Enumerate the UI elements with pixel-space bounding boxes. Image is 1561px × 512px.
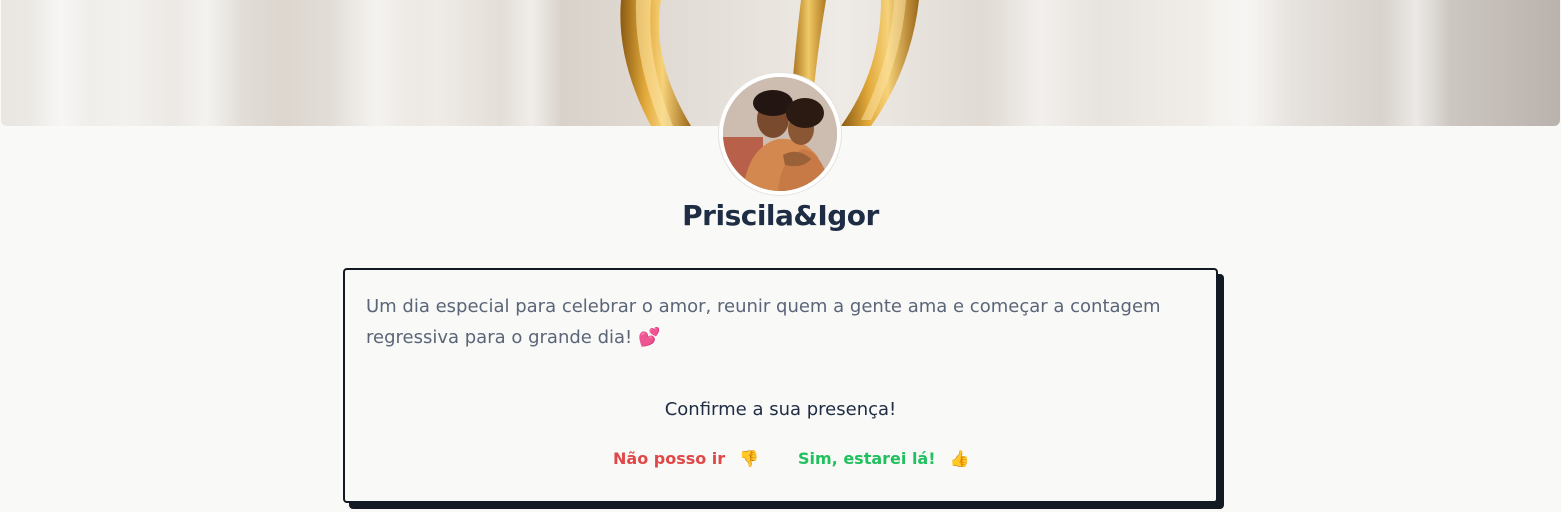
confirm-prompt: Confirme a sua presença! (664, 399, 897, 420)
thumbs-down-icon: 👎 (739, 449, 760, 468)
avatar (719, 73, 841, 195)
description-text: Um dia especial para celebrar o amor, re… (366, 296, 1161, 348)
accept-label: Sim, estarei lá! (798, 449, 936, 468)
decline-button[interactable]: Não posso ir 👎 (613, 446, 759, 472)
thumbs-up-icon: 👍 (949, 449, 970, 468)
invite-card: Um dia especial para celebrar o amor, re… (343, 268, 1218, 503)
couple-photo (723, 77, 837, 191)
rsvp-page: Priscila&Igor Um dia especial para celeb… (0, 0, 1561, 512)
accept-button[interactable]: Sim, estarei lá! 👍 (798, 446, 969, 472)
invite-description: Um dia especial para celebrar o amor, re… (366, 291, 1196, 353)
decline-label: Não posso ir (613, 449, 726, 468)
page-title: Priscila&Igor (682, 199, 879, 232)
two-hearts-icon: 💕 (637, 327, 661, 348)
